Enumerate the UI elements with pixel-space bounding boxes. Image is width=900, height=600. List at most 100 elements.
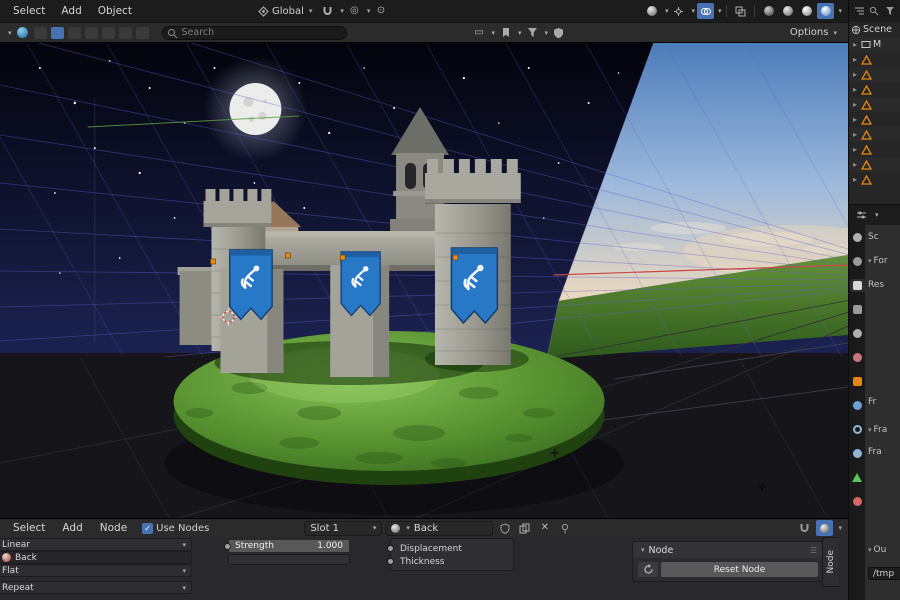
shader-menu-node[interactable]: Node xyxy=(93,520,134,536)
panel-output-header[interactable]: ▾ Ou xyxy=(868,545,886,555)
image-datablock-row[interactable]: Back xyxy=(0,551,192,564)
proportional-dropdown-chevron[interactable]: ▾ xyxy=(367,7,371,15)
expand-arrow-icon[interactable]: ▸ xyxy=(851,130,859,139)
shading-wireframe-icon[interactable] xyxy=(760,3,777,19)
filter-funnel-icon[interactable] xyxy=(524,25,541,41)
tab-render-icon[interactable] xyxy=(850,255,865,268)
filter-chevron[interactable]: ▾ xyxy=(545,29,549,37)
menu-select[interactable]: Select xyxy=(6,3,52,19)
shading-rendered-icon[interactable] xyxy=(817,3,835,19)
panel-frame-range-header[interactable]: ▾ Fra xyxy=(868,425,887,435)
output-path-field[interactable]: /tmp xyxy=(868,567,900,580)
expand-arrow-icon[interactable]: ▸ xyxy=(851,55,859,64)
annotation-icon[interactable]: ▭ xyxy=(471,25,488,41)
expand-arrow-icon[interactable]: ▸ xyxy=(851,40,859,49)
annotation-chevron[interactable]: ▾ xyxy=(492,29,496,37)
outliner-filter-icon[interactable] xyxy=(884,3,896,19)
outliner-object-row[interactable]: ▸ xyxy=(849,112,900,127)
shader-snap-icon[interactable] xyxy=(796,520,813,536)
tab-material-icon[interactable] xyxy=(850,495,865,508)
shading-solid-icon[interactable] xyxy=(779,3,796,19)
interpolation-dropdown[interactable]: Linear ▾ xyxy=(0,538,192,551)
tab-physics-icon[interactable] xyxy=(850,423,865,436)
outliner-object-row[interactable]: ▸ xyxy=(849,127,900,142)
expand-arrow-icon[interactable]: ▸ xyxy=(851,70,859,79)
node-panel-header[interactable]: ▾ Node ☰ xyxy=(633,542,823,558)
mode-toggle-icon-4[interactable] xyxy=(84,26,98,39)
tab-output-icon[interactable] xyxy=(849,279,865,292)
tab-viewlayer-icon[interactable] xyxy=(850,303,865,316)
options-dropdown[interactable]: Options ▾ xyxy=(785,26,842,39)
bookmark-icon[interactable] xyxy=(497,25,514,41)
menu-add[interactable]: Add xyxy=(54,3,88,19)
expand-arrow-icon[interactable]: ▸ xyxy=(851,115,859,124)
outliner-scene-row[interactable]: Scene xyxy=(849,22,900,37)
material-selector[interactable]: ▾ Back xyxy=(385,520,494,536)
expand-arrow-icon[interactable]: ▸ xyxy=(851,100,859,109)
outliner-object-row[interactable]: ▸ xyxy=(849,52,900,67)
shading-material-icon[interactable] xyxy=(798,3,815,19)
mode-toggle-icon-2[interactable] xyxy=(50,26,64,39)
strength-input-socket[interactable] xyxy=(224,543,231,550)
show-overlays-icon[interactable] xyxy=(696,3,714,19)
mode-toggle-icon-3[interactable] xyxy=(67,26,81,39)
panel-format-header[interactable]: ▾ For xyxy=(868,256,888,266)
world-mode-icon[interactable] xyxy=(14,25,31,41)
outliner-object-row[interactable]: ▸ xyxy=(849,67,900,82)
shading-dropdown-chevron[interactable]: ▾ xyxy=(838,7,842,15)
bookmark-chevron[interactable]: ▾ xyxy=(518,29,522,37)
transform-orientation-dropdown[interactable]: Global ▾ xyxy=(253,5,317,18)
tab-tool-icon[interactable] xyxy=(850,231,865,244)
gizmo-chevron[interactable]: ▾ xyxy=(691,7,695,15)
transform-pivot-icon[interactable]: ⊙ xyxy=(372,3,389,19)
show-gizmo-icon[interactable] xyxy=(670,3,687,19)
shader-menu-add[interactable]: Add xyxy=(55,520,89,536)
expand-arrow-icon[interactable]: ▸ xyxy=(851,160,859,169)
tab-scene-icon[interactable] xyxy=(850,327,865,340)
expand-arrow-icon[interactable]: ▸ xyxy=(851,175,859,184)
tab-object-icon[interactable] xyxy=(850,375,865,388)
refresh-icon[interactable] xyxy=(638,562,658,577)
shield-icon[interactable] xyxy=(550,25,567,41)
outliner-object-row[interactable]: ▸ xyxy=(849,157,900,172)
projection-dropdown[interactable]: Flat ▾ xyxy=(0,564,192,577)
node-canvas[interactable]: Linear ▾ Back Flat ▾ Repeat ▾ Strength 1… xyxy=(0,537,848,600)
material-output-node[interactable]: Displacement Thickness xyxy=(387,538,514,571)
properties-editor-icon[interactable] xyxy=(853,207,870,223)
overlays-chevron[interactable]: ▾ xyxy=(718,7,722,15)
visibility-chevron[interactable]: ▾ xyxy=(665,7,669,15)
slot-dropdown[interactable]: Slot 1 ▾ xyxy=(304,520,383,536)
outliner-object-row[interactable]: ▸ xyxy=(849,82,900,97)
outliner-search-icon[interactable] xyxy=(868,3,880,19)
search-input[interactable] xyxy=(161,25,347,40)
shader-overlay-chevron[interactable]: ▾ xyxy=(838,524,842,532)
tab-world-icon[interactable] xyxy=(850,351,865,364)
thickness-socket[interactable] xyxy=(387,558,394,565)
properties-editor-chevron[interactable]: ▾ xyxy=(875,211,879,219)
shader-menu-select[interactable]: Select xyxy=(6,520,52,536)
node-region-tab[interactable]: Node xyxy=(822,537,839,587)
mode-toggle-icon-1[interactable] xyxy=(33,26,47,39)
expand-arrow-icon[interactable]: ▸ xyxy=(851,145,859,154)
reset-node-button[interactable]: Reset Node xyxy=(661,562,818,577)
use-nodes-checkbox[interactable]: ✓ Use Nodes xyxy=(137,522,214,535)
mode-toggle-icon-7[interactable] xyxy=(135,26,149,39)
tab-constraints-icon[interactable] xyxy=(850,447,865,460)
outliner-object-row[interactable]: ▸ xyxy=(849,97,900,112)
outliner-object-row[interactable]: ▸ xyxy=(849,172,900,187)
toggle-xray-icon[interactable] xyxy=(732,3,749,19)
outliner-collection-row[interactable]: ▸ M xyxy=(849,37,900,52)
3d-viewport[interactable] xyxy=(0,42,848,518)
object-visibility-dropdown[interactable] xyxy=(644,3,661,19)
outliner-editor-icon[interactable] xyxy=(853,3,865,19)
menu-object[interactable]: Object xyxy=(91,3,139,19)
snap-dropdown-chevron[interactable]: ▾ xyxy=(340,7,344,15)
panel-grip-icon[interactable]: ☰ xyxy=(810,546,817,555)
extension-dropdown[interactable]: Repeat ▾ xyxy=(0,581,192,594)
pin-icon[interactable] xyxy=(556,520,573,536)
shader-overlay-icon[interactable] xyxy=(816,520,834,536)
tab-modifiers-icon[interactable] xyxy=(850,399,865,412)
displacement-socket[interactable] xyxy=(387,545,394,552)
mode-toggle-icon-5[interactable] xyxy=(101,26,115,39)
fake-user-shield-icon[interactable] xyxy=(496,520,513,536)
